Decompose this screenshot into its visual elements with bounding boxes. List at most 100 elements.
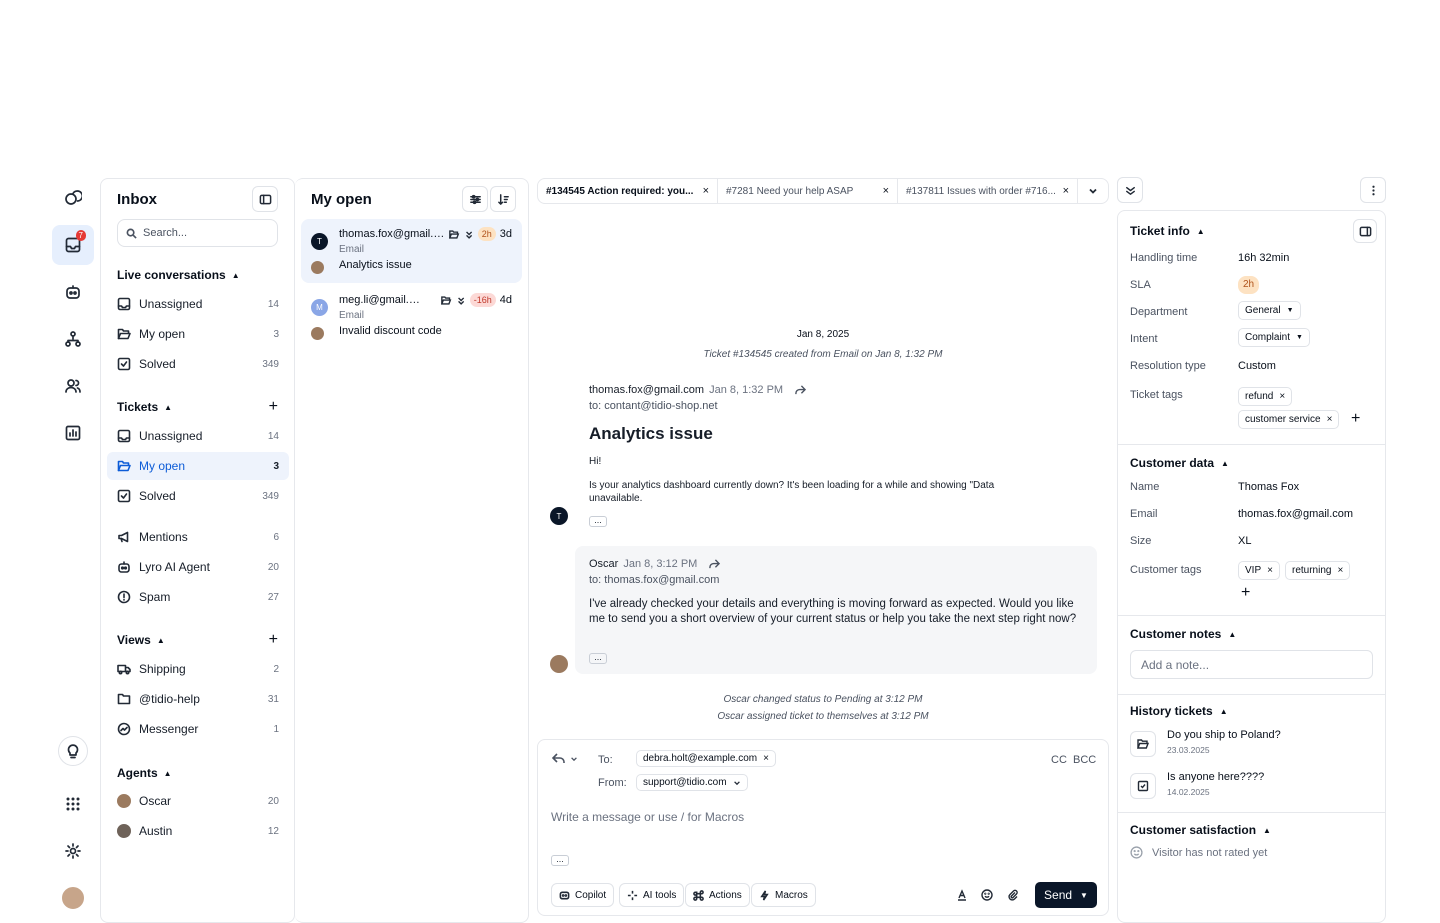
close-icon[interactable]: ×: [1327, 414, 1333, 425]
to-recipient-chip[interactable]: debra.holt@example.com ×: [636, 750, 776, 767]
bcc-button[interactable]: BCC: [1073, 754, 1096, 766]
tag-chip[interactable]: returning ×: [1285, 561, 1351, 580]
nav-settings[interactable]: [52, 831, 94, 871]
add-view-icon[interactable]: +: [269, 632, 278, 648]
item-spam[interactable]: Spam 27: [107, 583, 289, 611]
intent-select[interactable]: Complaint ▼: [1238, 328, 1310, 347]
section-history-tickets[interactable]: History tickets ▲: [1130, 704, 1228, 718]
more-menu-button[interactable]: [1360, 177, 1386, 203]
history-ticket-item[interactable]: Do you ship to Poland? 23.03.2025: [1130, 728, 1370, 762]
sparkle-icon: [627, 890, 638, 900]
filter-button[interactable]: [462, 186, 488, 212]
item-lyro-ai-agent[interactable]: Lyro AI Agent 20: [107, 553, 289, 581]
forward-icon[interactable]: [794, 384, 807, 396]
conversation-card[interactable]: M meg.li@gmail.com -16h 4d Email Invalid d…: [301, 285, 522, 349]
caret-down-icon[interactable]: ▼: [1080, 891, 1088, 900]
section-tickets[interactable]: Tickets ▲ +: [117, 399, 278, 415]
section-customer-notes[interactable]: Customer notes ▲: [1130, 627, 1236, 641]
status-event: Oscar changed status to Pending at 3:12 …: [723, 694, 923, 705]
nav-contacts[interactable]: [52, 366, 94, 406]
tab-ticket-7281[interactable]: #7281 Need your help ASAP ×: [718, 179, 898, 203]
list-title: My open: [311, 191, 372, 208]
view-item-tidio-help[interactable]: @tidio-help 31: [107, 685, 289, 713]
section-agents[interactable]: Agents ▲: [117, 766, 278, 780]
view-item-messenger[interactable]: Messenger 1: [107, 715, 289, 743]
tab-ticket-137811[interactable]: #137811 Issues with order #716... ×: [898, 179, 1078, 203]
note-input[interactable]: Add a note...: [1130, 650, 1373, 679]
ai-tools-button[interactable]: AI tools: [619, 883, 685, 907]
nav-apps[interactable]: [52, 784, 94, 824]
panel-toggle-button[interactable]: [1353, 219, 1377, 243]
collapse-all-button[interactable]: [1117, 177, 1143, 203]
nav-analytics[interactable]: [52, 413, 94, 453]
expand-quote-button[interactable]: ...: [589, 516, 607, 527]
tab-ticket-134545[interactable]: #134545 Action required: you... ×: [538, 179, 718, 203]
agent-item-oscar[interactable]: Oscar 20: [107, 787, 289, 815]
live-item-my-open[interactable]: My open 3: [107, 320, 289, 348]
section-ticket-info[interactable]: Ticket info ▲: [1130, 224, 1205, 238]
close-icon[interactable]: ×: [1063, 185, 1069, 197]
name-label: Name: [1130, 481, 1160, 493]
live-item-unassigned[interactable]: Unassigned 14: [107, 290, 289, 318]
ticket-item-solved[interactable]: Solved 349: [107, 482, 289, 510]
copilot-button[interactable]: Copilot: [551, 883, 615, 907]
user-avatar[interactable]: [52, 878, 94, 918]
search-input[interactable]: Search...: [117, 219, 278, 247]
add-ticket-icon[interactable]: +: [269, 399, 278, 415]
macros-button[interactable]: Macros: [751, 883, 816, 907]
add-customer-tag-icon[interactable]: +: [1241, 585, 1250, 601]
message-input[interactable]: Write a message or use / for Macros: [551, 810, 744, 824]
text-format-icon[interactable]: [956, 889, 968, 901]
forward-icon[interactable]: [708, 558, 721, 570]
tag-chip[interactable]: VIP ×: [1238, 561, 1280, 580]
conversation-card[interactable]: T thomas.fox@gmail.co... 2h 3d Email Analy…: [301, 219, 522, 283]
ticket-item-unassigned[interactable]: Unassigned 14: [107, 422, 289, 450]
sort-button[interactable]: [490, 186, 516, 212]
avatar: [117, 824, 131, 838]
department-select[interactable]: General ▼: [1238, 301, 1301, 320]
add-tag-icon[interactable]: +: [1351, 411, 1360, 427]
nav-bots[interactable]: [52, 272, 94, 312]
agent-item-austin[interactable]: Austin 12: [107, 817, 289, 845]
close-icon[interactable]: ×: [1337, 565, 1343, 576]
item-mentions[interactable]: Mentions 6: [107, 523, 289, 551]
nav-conversations[interactable]: [52, 178, 94, 218]
chevron-down-icon: [571, 757, 577, 762]
collapse-sidebar-button[interactable]: [252, 186, 278, 212]
close-icon[interactable]: ×: [1279, 391, 1285, 402]
live-item-solved[interactable]: Solved 349: [107, 350, 289, 378]
expand-quote-button[interactable]: ...: [589, 653, 607, 664]
item-count: 20: [267, 795, 279, 807]
nav-flows[interactable]: [52, 319, 94, 359]
item-count: 3: [273, 460, 279, 472]
send-button[interactable]: Send ▼: [1035, 882, 1097, 908]
tabs-dropdown-button[interactable]: [1078, 179, 1108, 203]
section-views[interactable]: Views ▲ +: [117, 632, 278, 648]
tag-chip[interactable]: refund ×: [1238, 387, 1293, 406]
nav-inbox[interactable]: 7: [52, 225, 94, 265]
more-options-button[interactable]: ...: [551, 855, 569, 866]
cc-button[interactable]: CC: [1051, 754, 1067, 766]
history-ticket-item[interactable]: Is anyone here???? 14.02.2025: [1130, 770, 1370, 804]
section-customer-satisfaction[interactable]: Customer satisfaction ▲: [1130, 823, 1271, 837]
close-icon[interactable]: ×: [703, 185, 709, 197]
attachment-icon[interactable]: [1007, 889, 1019, 901]
from-select[interactable]: support@tidio.com: [636, 774, 748, 791]
close-icon[interactable]: ×: [1267, 565, 1273, 576]
search-icon: [126, 228, 137, 239]
reply-mode-dropdown[interactable]: [552, 753, 578, 765]
close-icon[interactable]: ×: [883, 185, 889, 197]
ticket-tags-label: Ticket tags: [1130, 389, 1183, 401]
emoji-icon[interactable]: [981, 889, 993, 901]
close-icon[interactable]: ×: [763, 753, 769, 764]
section-customer-data[interactable]: Customer data ▲: [1130, 456, 1229, 470]
ticket-item-my-open[interactable]: My open 3: [107, 452, 289, 480]
actions-button[interactable]: Actions: [685, 883, 750, 907]
tag-chip[interactable]: customer service ×: [1238, 410, 1340, 429]
section-live-conversations[interactable]: Live conversations ▲: [117, 268, 278, 282]
view-item-shipping[interactable]: Shipping 2: [107, 655, 289, 683]
customer-tags-label: Customer tags: [1130, 564, 1202, 576]
chat-bubbles-icon: [64, 189, 82, 207]
item-count: 349: [262, 358, 279, 370]
nav-tips[interactable]: [58, 736, 88, 766]
